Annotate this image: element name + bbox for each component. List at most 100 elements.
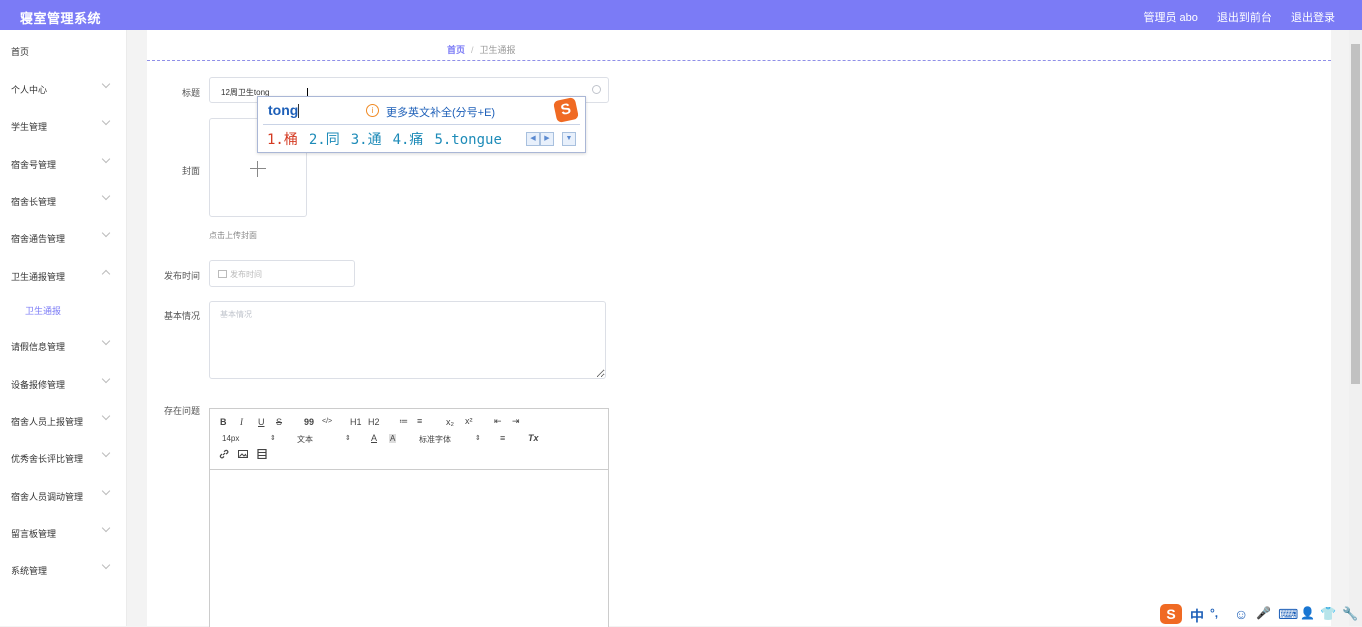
top-bar: 寝室管理系统 管理员 abo 退出到前台 退出登录	[0, 0, 1362, 30]
sidebar-item-leader-rating[interactable]: 优秀舍长评比管理	[0, 440, 126, 470]
sidebar-item-leave-info[interactable]: 请假信息管理	[0, 328, 126, 358]
scrollbar-thumb[interactable]	[1351, 44, 1360, 384]
ime-caret	[298, 104, 300, 119]
admin-user-label[interactable]: 管理员 abo	[1143, 12, 1197, 24]
sidebar-item-dorm-notices[interactable]: 宿舍通告管理	[0, 220, 126, 250]
sogou-logo-icon: S	[552, 96, 580, 124]
keyboard-icon[interactable]: ⌨	[1278, 606, 1298, 623]
superscript-button[interactable]: x²	[465, 416, 473, 426]
ordered-list-button[interactable]: ≔	[399, 416, 408, 427]
publish-time-placeholder: 发布时间	[230, 270, 262, 279]
font-size-select[interactable]: 14px ⇕	[222, 434, 277, 443]
background-color-button[interactable]: A	[389, 434, 397, 443]
sidebar-item-dorm-numbers[interactable]: 宿舍号管理	[0, 146, 126, 176]
basic-info-textarea[interactable]	[209, 301, 606, 379]
select-arrows-icon: ⇕	[345, 435, 351, 442]
editor-content-area[interactable]	[210, 470, 608, 627]
chevron-down-icon	[101, 560, 111, 570]
sidebar-item-hygiene-reports[interactable]: 卫生通报管理	[0, 258, 126, 288]
divider	[147, 60, 1331, 61]
bullet-list-button[interactable]: ≡	[417, 416, 422, 426]
publish-time-picker[interactable]: 发布时间	[209, 260, 355, 287]
chevron-down-icon	[101, 228, 111, 238]
logout-link[interactable]: 退出登录	[1291, 12, 1335, 24]
link-icon[interactable]	[219, 449, 229, 461]
ime-expand-icon[interactable]: ▼	[562, 132, 576, 146]
sidebar-item-member-transfer[interactable]: 宿舍人员调动管理	[0, 478, 126, 508]
breadcrumb: 首页 / 卫生通报	[447, 43, 516, 56]
user-icon[interactable]: 👤	[1300, 606, 1315, 620]
ime-candidate-5[interactable]: 5.tongue	[434, 132, 501, 148]
breadcrumb-separator: /	[471, 45, 474, 55]
clear-icon[interactable]	[592, 85, 601, 94]
editor-toolbar: B I U S 99 </> H1 H2 ≔ ≡ x₂ x² ⇤ ⇥ 14px ⇕…	[210, 409, 608, 470]
publish-time-label: 发布时间	[163, 271, 200, 281]
ime-tip[interactable]: 更多英文补全(分号+E)	[386, 104, 495, 120]
sidebar-item-system[interactable]: 系统管理	[0, 552, 126, 582]
ime-composition: tong	[268, 102, 300, 119]
cover-label: 封面	[181, 166, 200, 176]
select-arrows-icon: ⇕	[475, 435, 481, 442]
punctuation-icon[interactable]: °,	[1210, 606, 1218, 620]
chevron-up-icon	[101, 269, 111, 279]
sidebar-item-students[interactable]: 学生管理	[0, 108, 126, 138]
emoji-icon[interactable]: ☺	[1234, 606, 1248, 622]
video-icon[interactable]	[257, 448, 267, 461]
breadcrumb-current: 卫生通报	[479, 45, 516, 55]
text-color-button[interactable]: A	[371, 433, 377, 443]
font-family-select[interactable]: 标准字体 ⇕	[419, 434, 484, 445]
ime-candidate-4[interactable]: 4.痛	[393, 132, 424, 148]
basic-info-label: 基本情况	[163, 311, 200, 321]
top-links: 管理员 abo 退出到前台 退出登录	[1143, 9, 1335, 25]
issues-label: 存在问题	[163, 406, 200, 416]
breadcrumb-home[interactable]: 首页	[447, 45, 465, 55]
align-button[interactable]: ≡	[500, 433, 505, 443]
subscript-button[interactable]: x₂	[446, 417, 454, 427]
ime-status-bar: S 中 °, ☺ 🎤 ⌨ 👤 👕 🔧	[1158, 604, 1362, 626]
h2-button[interactable]: H2	[368, 417, 380, 427]
strike-button[interactable]: S	[276, 417, 282, 427]
underline-button[interactable]: U	[258, 417, 265, 427]
indent-button[interactable]: ⇥	[512, 416, 520, 427]
skin-icon[interactable]: 👕	[1320, 606, 1336, 622]
sidebar-item-member-reports[interactable]: 宿舍人员上报管理	[0, 403, 126, 433]
sidebar-item-message-board[interactable]: 留言板管理	[0, 515, 126, 545]
microphone-icon[interactable]: 🎤	[1256, 606, 1271, 620]
sidebar-item-home[interactable]: 首页	[0, 33, 126, 63]
chinese-mode-icon[interactable]: 中	[1190, 606, 1204, 626]
settings-wrench-icon[interactable]: 🔧	[1342, 606, 1358, 622]
chevron-down-icon	[101, 486, 111, 496]
outdent-button[interactable]: ⇤	[494, 416, 502, 427]
rich-text-editor: B I U S 99 </> H1 H2 ≔ ≡ x₂ x² ⇤ ⇥ 14px ⇕…	[209, 408, 609, 627]
sidebar-item-repair[interactable]: 设备报修管理	[0, 366, 126, 396]
clear-format-button[interactable]: Tx	[528, 433, 539, 443]
header-select[interactable]: 文本 ⇕	[297, 434, 352, 445]
font-size-value: 14px	[222, 434, 240, 443]
sidebar-item-personal-center[interactable]: 个人中心	[0, 71, 126, 101]
page-scrollbar[interactable]	[1349, 30, 1362, 626]
bold-button[interactable]: B	[220, 417, 227, 427]
font-family-value: 标准字体	[419, 435, 451, 444]
h1-button[interactable]: H1	[350, 417, 362, 427]
blockquote-button[interactable]: 99	[304, 417, 314, 427]
chevron-down-icon	[101, 448, 111, 458]
italic-button[interactable]: I	[240, 417, 243, 427]
ime-candidate-3[interactable]: 3.通	[351, 132, 382, 148]
chevron-down-icon	[101, 116, 111, 126]
calendar-icon	[218, 270, 227, 278]
header-value: 文本	[297, 435, 313, 444]
sidebar-item-dorm-leaders[interactable]: 宿舍长管理	[0, 183, 126, 213]
sogou-icon[interactable]: S	[1160, 604, 1182, 624]
ime-candidate-2[interactable]: 2.同	[309, 132, 340, 148]
chevron-down-icon	[101, 191, 111, 201]
ime-prev-page-icon[interactable]: ◀	[526, 132, 540, 146]
ime-next-page-icon[interactable]: ▶	[540, 132, 554, 146]
front-site-link[interactable]: 退出到前台	[1217, 12, 1272, 24]
code-block-button[interactable]: </>	[322, 418, 332, 425]
sidebar-subitem-hygiene-report[interactable]: 卫生通报	[0, 292, 126, 322]
image-icon[interactable]	[238, 449, 248, 461]
chevron-down-icon	[101, 154, 111, 164]
app-title: 寝室管理系统	[20, 11, 102, 26]
chevron-down-icon	[101, 523, 111, 533]
ime-candidate-1[interactable]: 1.桶	[267, 132, 298, 148]
